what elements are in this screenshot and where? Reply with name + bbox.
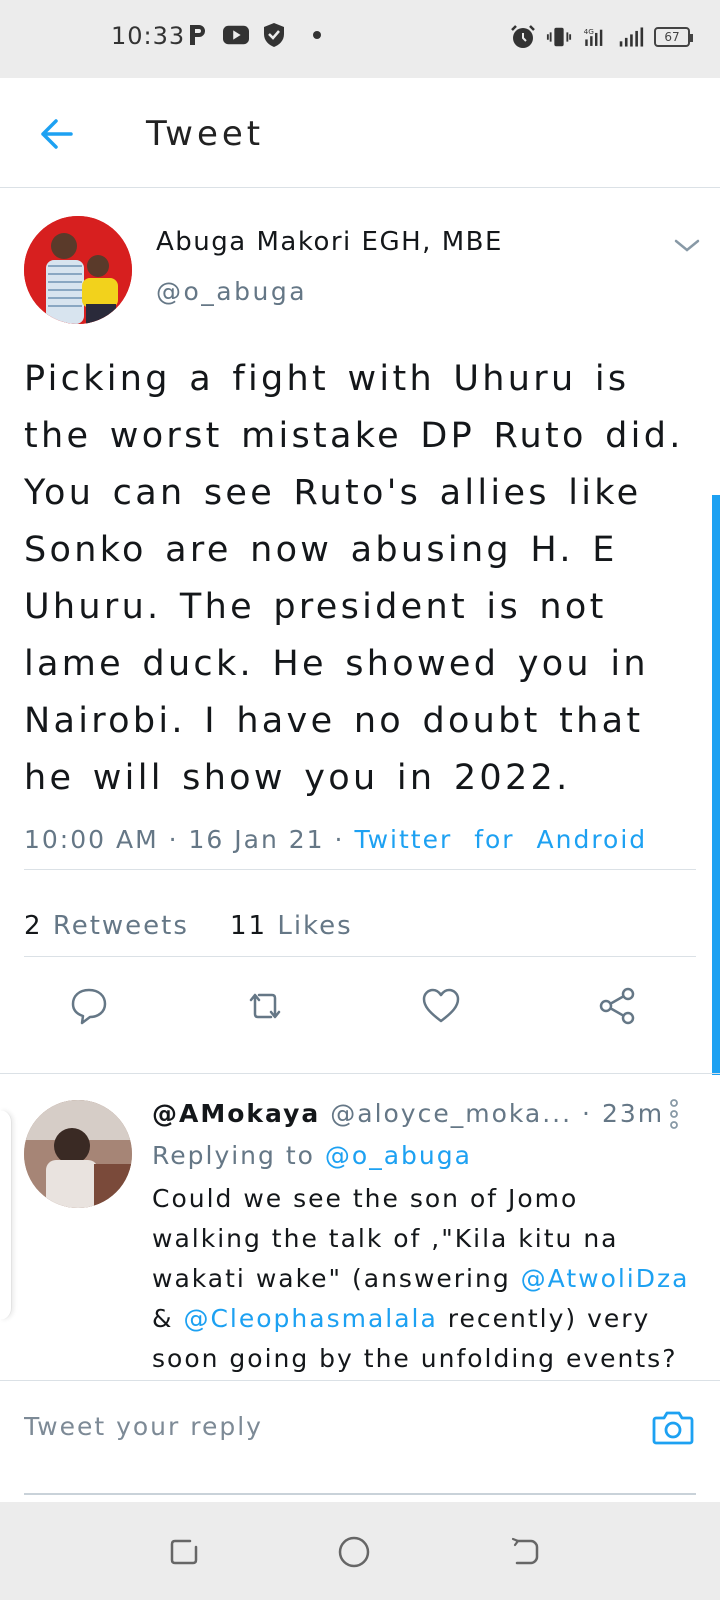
retweets-count: 2 xyxy=(24,911,43,941)
status-icons-right: 4G 67 xyxy=(510,24,693,50)
reply-item[interactable]: @AMokaya @aloyce_moka... · 23m Replying … xyxy=(0,1075,720,1380)
likes-stat[interactable]: 11 Likes xyxy=(230,911,353,941)
reply-author-handle[interactable]: @aloyce_moka... xyxy=(330,1099,572,1128)
meta-separator: · xyxy=(168,825,179,854)
like-icon xyxy=(422,988,460,1023)
like-button[interactable] xyxy=(419,984,463,1028)
likes-label: Likes xyxy=(277,911,353,941)
share-button[interactable] xyxy=(595,984,639,1028)
dot-icon xyxy=(313,31,321,39)
nav-back-button[interactable] xyxy=(505,1532,545,1572)
replying-to: Replying to @o_abuga xyxy=(152,1141,472,1170)
divider xyxy=(24,956,696,957)
tweet-meta: 10:00 AM · 16 Jan 21 · Twitter for Andro… xyxy=(24,825,647,854)
divider xyxy=(24,869,696,870)
reply-input[interactable] xyxy=(24,1397,614,1455)
reply-button[interactable] xyxy=(67,984,111,1028)
replying-to-handle[interactable]: @o_abuga xyxy=(325,1141,472,1170)
camera-icon xyxy=(652,1411,694,1445)
avatar[interactable] xyxy=(24,216,132,324)
signal-icon xyxy=(618,24,644,50)
tweet-stats: 2 Retweets 11 Likes xyxy=(24,911,353,941)
comment-icon xyxy=(71,988,107,1025)
share-icon xyxy=(599,987,635,1025)
mention-link[interactable]: @AtwoliDza xyxy=(521,1264,690,1293)
tweet-detail: Abuga Makori EGH, MBE @o_abuga Picking a… xyxy=(0,189,720,1074)
battery-icon: 67 xyxy=(654,27,693,47)
reply-time: · 23m xyxy=(582,1099,665,1128)
status-bar: 10:33 4G 67 xyxy=(0,0,720,78)
status-time: 10:33 xyxy=(111,22,186,50)
replying-to-label: Replying to xyxy=(152,1141,315,1170)
youtube-icon xyxy=(223,22,249,48)
page-title: Tweet xyxy=(146,114,265,154)
tweet-options-button[interactable] xyxy=(672,233,702,257)
reply-header: @AMokaya @aloyce_moka... · 23m xyxy=(152,1099,664,1128)
home-button[interactable] xyxy=(334,1532,374,1572)
system-nav-bar xyxy=(0,1502,720,1600)
signal-icon: 4G xyxy=(582,24,608,50)
author-name[interactable]: Abuga Makori EGH, MBE xyxy=(156,227,503,257)
tweet-time: 10:00 AM xyxy=(24,825,159,854)
network-type-label: 4G xyxy=(584,27,595,36)
retweet-icon xyxy=(249,993,281,1019)
reply-text-part: & xyxy=(152,1304,184,1333)
recents-icon xyxy=(170,1539,198,1565)
tweet-text: Picking a fight with Uhuru is the worst … xyxy=(24,359,684,798)
tweet-date: 16 Jan 21 xyxy=(188,825,325,854)
meta-separator: · xyxy=(334,825,345,854)
home-icon xyxy=(338,1536,370,1568)
tweet-source-link[interactable]: Twitter for Android xyxy=(354,825,647,854)
author-handle[interactable]: @o_abuga xyxy=(156,277,307,306)
recents-button[interactable] xyxy=(164,1532,204,1572)
reply-text: Could we see the son of Jomo walking the… xyxy=(152,1179,692,1379)
avatar-image xyxy=(24,1100,132,1208)
compose-underline xyxy=(24,1493,696,1495)
vibrate-icon xyxy=(546,24,572,50)
likes-count: 11 xyxy=(229,911,268,941)
more-vertical-icon xyxy=(670,1099,678,1129)
camera-button[interactable] xyxy=(650,1405,696,1449)
reply-compose-bar xyxy=(0,1380,720,1472)
back-icon xyxy=(511,1537,539,1565)
arrow-left-icon xyxy=(41,119,73,149)
retweet-button[interactable] xyxy=(243,984,287,1028)
header: Tweet xyxy=(0,78,720,188)
retweets-label: Retweets xyxy=(52,911,189,941)
shield-icon xyxy=(261,22,287,48)
alarm-icon xyxy=(510,24,536,50)
avatar-image xyxy=(24,216,132,324)
status-icons-left xyxy=(185,22,321,48)
reply-options-button[interactable] xyxy=(666,1099,682,1129)
mention-link[interactable]: @Cleophasmalala xyxy=(183,1304,437,1333)
reply-author-name[interactable]: @AMokaya xyxy=(152,1099,320,1128)
back-button[interactable] xyxy=(34,112,78,156)
p-icon xyxy=(185,22,211,48)
retweets-stat[interactable]: 2 Retweets xyxy=(24,911,189,941)
chevron-down-icon xyxy=(674,239,700,252)
avatar[interactable] xyxy=(24,1100,132,1208)
tweet-actions xyxy=(0,984,720,1025)
